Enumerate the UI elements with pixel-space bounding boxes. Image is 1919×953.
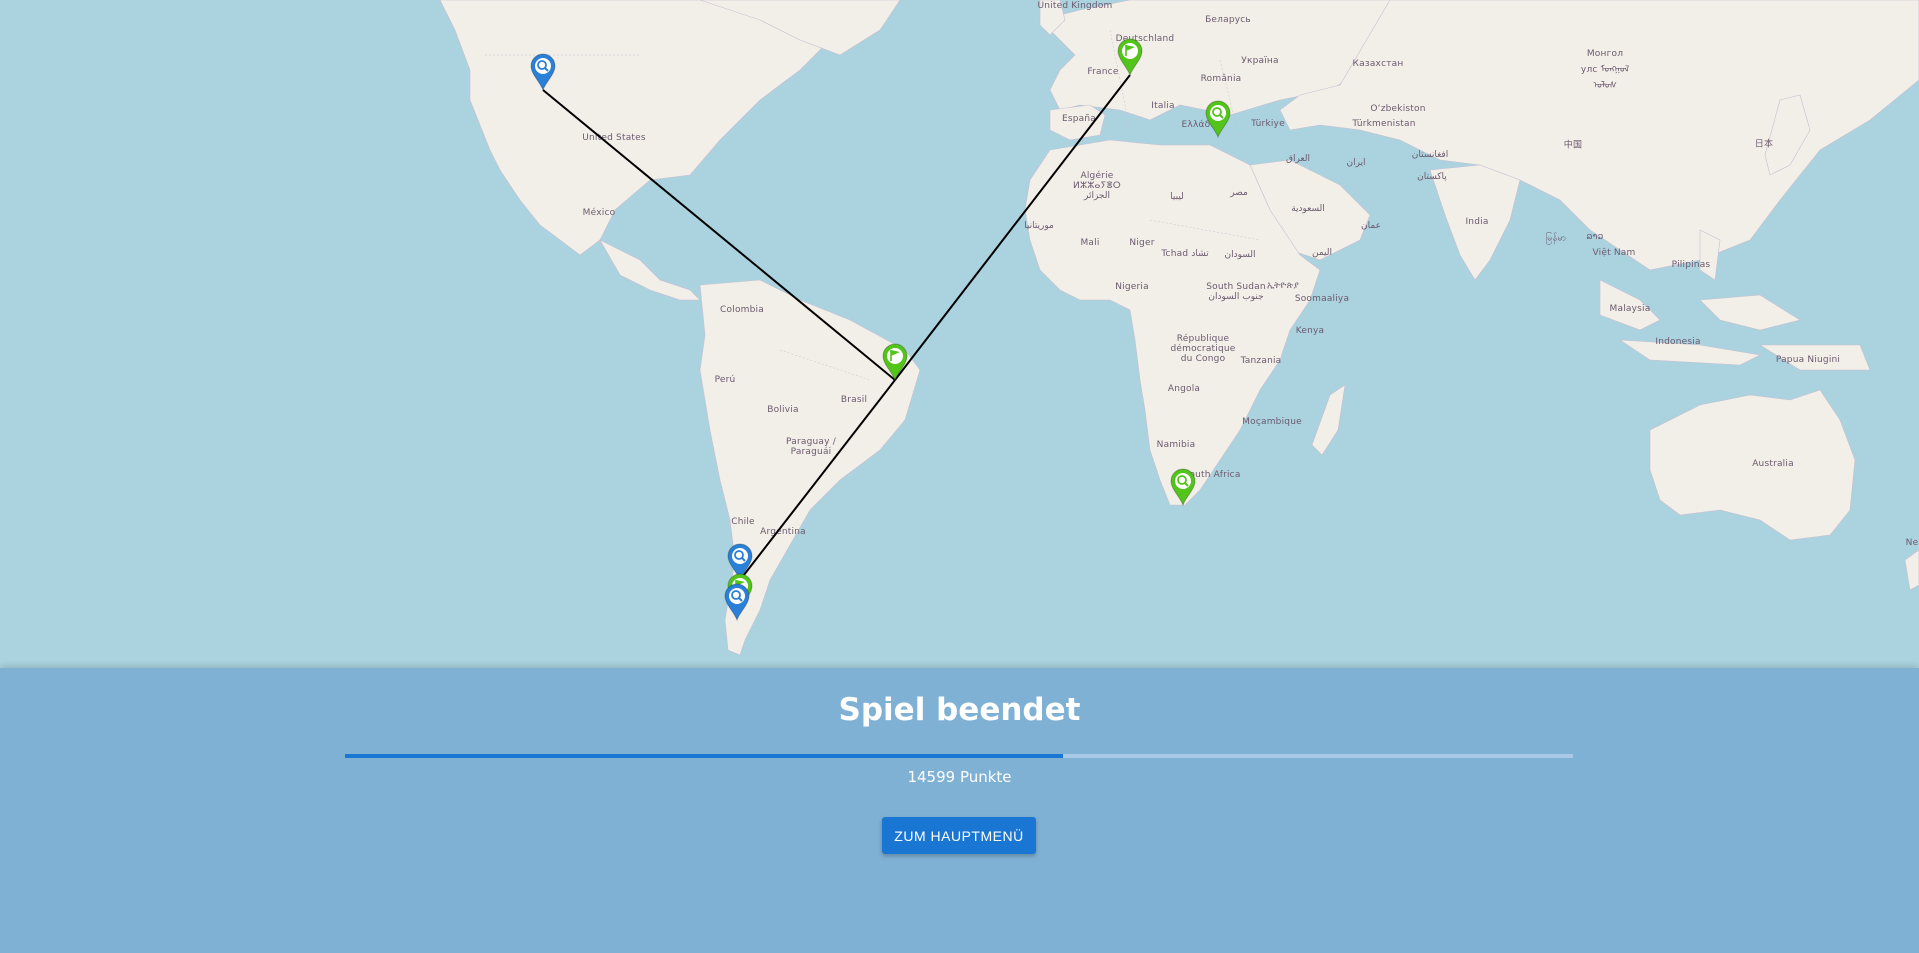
distance-line — [894, 74, 1131, 381]
target-marker[interactable] — [1117, 38, 1143, 77]
guess-marker[interactable] — [724, 583, 750, 622]
page-title: Spiel beendet — [838, 692, 1081, 728]
world-map[interactable]: United Kingdom Deutschland Беларусь Укра… — [0, 0, 1919, 668]
target-marker[interactable] — [882, 343, 908, 382]
score-text: 14599 Punkte — [907, 768, 1012, 786]
guess-overlay — [530, 38, 1231, 622]
score-progress-bar — [345, 754, 1573, 758]
distance-line — [739, 379, 896, 581]
distance-line — [542, 89, 896, 381]
result-panel: Spiel beendet 14599 Punkte ZUM HAUPTMENÜ — [0, 668, 1919, 953]
guess-marker[interactable] — [530, 53, 556, 92]
score-progress-fill — [345, 754, 1064, 758]
guess-marker[interactable] — [1170, 468, 1196, 507]
guess-marker[interactable] — [1205, 100, 1231, 139]
main-menu-button[interactable]: ZUM HAUPTMENÜ — [882, 817, 1036, 854]
